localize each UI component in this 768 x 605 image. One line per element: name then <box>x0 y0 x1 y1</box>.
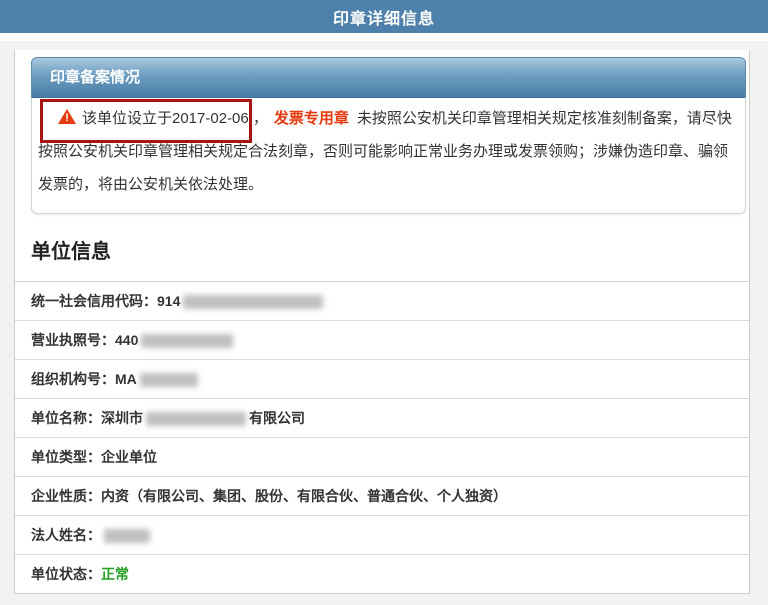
info-row-unit-type: 单位类型：企业单位 <box>15 438 749 477</box>
redacted-value-block <box>104 529 150 544</box>
seal-filing-panel-header: 印章备案情况 <box>31 57 746 97</box>
row-label: 法人姓名： <box>31 527 101 543</box>
page-title: 印章详细信息 <box>332 10 435 28</box>
row-value: 440 <box>115 332 139 348</box>
warning-icon <box>58 109 76 124</box>
unit-info-table: 统一社会信用代码：914 营业执照号：440 组织机构号：MA 单位名称：深圳市… <box>15 281 749 593</box>
status-badge: 正常 <box>101 566 129 582</box>
row-value: 914 <box>157 293 181 309</box>
content-container: 印章备案情况 该单位设立于2017-02-06 ，发票专用章未按照公安机关印章管… <box>14 50 750 594</box>
redacted-value-block <box>146 412 246 427</box>
info-row-enterprise-nature: 企业性质：内资（有限公司、集团、股份、有限合伙、普通合伙、个人独资） <box>15 477 749 516</box>
row-label: 组织机构号： <box>31 371 115 387</box>
row-value: MA <box>115 371 137 387</box>
info-row-credit-code: 统一社会信用代码：914 <box>15 282 749 321</box>
redacted-value-block <box>183 295 324 310</box>
row-value: 内资（有限公司、集团、股份、有限合伙、普通合伙、个人独资） <box>101 488 507 504</box>
row-label: 单位类型： <box>31 449 101 465</box>
row-value: 企业单位 <box>101 449 157 465</box>
info-row-business-license: 营业执照号：440 <box>15 321 749 360</box>
info-row-unit-name: 单位名称：深圳市 有限公司 <box>15 399 749 438</box>
seal-filing-panel-body: 该单位设立于2017-02-06 ，发票专用章未按照公安机关印章管理相关规定核准… <box>31 97 746 214</box>
unit-info-section-title: 单位信息 <box>31 241 111 263</box>
row-label: 营业执照号： <box>31 332 115 348</box>
header-divider-strip <box>0 33 768 41</box>
info-row-legal-person: 法人姓名： <box>15 516 749 555</box>
redacted-value-block <box>139 373 198 388</box>
row-value: 深圳市 <box>101 410 143 426</box>
page-header-bar: 印章详细信息 <box>0 0 768 33</box>
redacted-value-block <box>141 334 234 349</box>
warning-date-text: 该单位设立于2017-02-06 ， <box>82 110 268 127</box>
row-label: 企业性质： <box>31 488 101 504</box>
warning-paragraph: 该单位设立于2017-02-06 ，发票专用章未按照公安机关印章管理相关规定核准… <box>38 102 737 201</box>
row-label: 单位状态： <box>31 566 101 582</box>
row-label: 单位名称： <box>31 410 101 426</box>
info-row-unit-status: 单位状态：正常 <box>15 555 749 593</box>
row-label: 统一社会信用代码： <box>31 293 157 309</box>
row-value-suffix: 有限公司 <box>249 410 305 426</box>
info-row-org-code: 组织机构号：MA <box>15 360 749 399</box>
seal-filing-panel: 印章备案情况 该单位设立于2017-02-06 ，发票专用章未按照公安机关印章管… <box>31 57 746 214</box>
seal-name-text: 发票专用章 <box>273 110 349 127</box>
